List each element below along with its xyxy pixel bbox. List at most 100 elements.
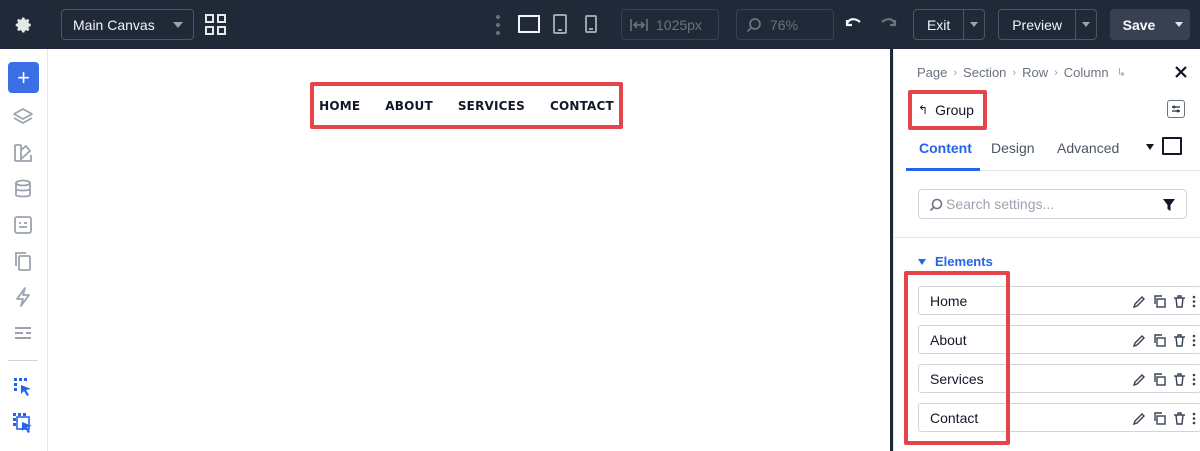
tablet-icon[interactable] bbox=[553, 13, 567, 35]
filter-icon[interactable] bbox=[1162, 198, 1176, 212]
nav-item-services[interactable]: SERVICES bbox=[458, 99, 525, 113]
element-actions bbox=[1132, 294, 1196, 312]
add-icon[interactable]: + bbox=[8, 62, 39, 93]
zoom-field[interactable]: 76% bbox=[736, 9, 834, 40]
nav-item-about[interactable]: ABOUT bbox=[385, 99, 433, 113]
edit-icon[interactable] bbox=[1132, 294, 1147, 312]
element-actions bbox=[1132, 372, 1196, 390]
trash-icon[interactable] bbox=[1172, 372, 1187, 390]
settings-tabs: Content Design Advanced bbox=[906, 131, 1200, 171]
list-icon[interactable] bbox=[12, 322, 34, 344]
chevron-down-icon bbox=[1175, 22, 1183, 27]
trash-icon[interactable] bbox=[1172, 294, 1187, 312]
cursor-select-multi-icon[interactable] bbox=[12, 412, 34, 434]
builder-app: Main Canvas 1025px 76% Exit Preview Save… bbox=[0, 0, 1200, 451]
breadcrumb-section[interactable]: Section bbox=[963, 65, 1006, 80]
trash-icon[interactable] bbox=[1172, 411, 1187, 429]
chevron-down-icon bbox=[1082, 22, 1091, 27]
breadcrumb: Page › Section › Row › Column ↳ bbox=[917, 65, 1132, 80]
grid-icon[interactable] bbox=[205, 14, 226, 35]
element-row-services[interactable]: Services bbox=[918, 364, 1200, 393]
mobile-icon[interactable] bbox=[585, 13, 597, 35]
save-dropdown[interactable] bbox=[1168, 9, 1190, 40]
element-label: About bbox=[930, 331, 967, 348]
chevron-down-icon bbox=[173, 22, 183, 28]
chevron-down-icon[interactable] bbox=[1146, 144, 1154, 150]
more-vertical-icon[interactable] bbox=[1192, 411, 1196, 429]
preview-button[interactable]: Preview bbox=[999, 10, 1077, 39]
duplicate-icon[interactable] bbox=[1152, 333, 1167, 351]
canvas-select-value: Main Canvas bbox=[73, 16, 155, 33]
exit-button[interactable]: Exit bbox=[914, 10, 965, 39]
nav-item-home[interactable]: HOME bbox=[319, 99, 360, 113]
settings-panel: Page › Section › Row › Column ↳ ↰ Group … bbox=[893, 49, 1200, 451]
element-row-about[interactable]: About bbox=[918, 325, 1200, 354]
save-button[interactable]: Save bbox=[1110, 9, 1168, 40]
breadcrumb-column[interactable]: Column bbox=[1064, 65, 1109, 80]
duplicate-icon[interactable] bbox=[1152, 294, 1167, 312]
width-value: 1025px bbox=[656, 16, 702, 33]
chevron-right-icon: › bbox=[953, 66, 958, 79]
close-icon[interactable] bbox=[1173, 64, 1189, 80]
database-icon[interactable] bbox=[12, 178, 34, 200]
main-canvas[interactable]: HOME ABOUT SERVICES CONTACT bbox=[49, 49, 890, 451]
edit-icon[interactable] bbox=[1132, 411, 1147, 429]
element-row-contact[interactable]: Contact bbox=[918, 403, 1200, 432]
trash-icon[interactable] bbox=[1172, 333, 1187, 351]
more-vertical-icon[interactable] bbox=[1192, 333, 1196, 351]
chevron-down-icon bbox=[970, 22, 979, 27]
exit-button-group: Exit bbox=[913, 9, 985, 40]
element-title-label: Group bbox=[935, 102, 974, 118]
left-sidebar: + bbox=[0, 49, 48, 451]
preview-button-group: Preview bbox=[998, 9, 1097, 40]
settings-search-input[interactable]: Search settings... bbox=[918, 189, 1187, 219]
tab-design[interactable]: Design bbox=[991, 140, 1035, 156]
exit-dropdown[interactable] bbox=[964, 10, 984, 39]
cursor-select-icon[interactable] bbox=[12, 376, 34, 398]
nav-item-contact[interactable]: CONTACT bbox=[550, 99, 614, 113]
element-actions bbox=[1132, 333, 1196, 351]
breadcrumb-row[interactable]: Row bbox=[1022, 65, 1048, 80]
zoom-icon bbox=[746, 18, 761, 33]
back-arrow-icon[interactable]: ↰ bbox=[918, 103, 928, 117]
edit-icon[interactable] bbox=[1132, 333, 1147, 351]
template-icon[interactable] bbox=[12, 214, 34, 236]
desktop-icon[interactable] bbox=[518, 13, 540, 35]
duplicate-icon[interactable] bbox=[1152, 411, 1167, 429]
section-divider bbox=[894, 237, 1200, 238]
element-label: Services bbox=[930, 370, 984, 387]
width-field[interactable]: 1025px bbox=[621, 9, 719, 40]
tab-content[interactable]: Content bbox=[919, 140, 972, 156]
preview-dropdown[interactable] bbox=[1076, 10, 1096, 39]
redo-icon[interactable] bbox=[879, 14, 897, 37]
edit-icon[interactable] bbox=[1132, 372, 1147, 390]
nav-menu[interactable]: HOME ABOUT SERVICES CONTACT bbox=[310, 82, 623, 129]
desktop-icon[interactable] bbox=[1162, 137, 1182, 155]
breadcrumb-page[interactable]: Page bbox=[917, 65, 947, 80]
elements-heading: Elements bbox=[935, 254, 993, 269]
settings-toggle-icon[interactable] bbox=[1167, 100, 1185, 118]
active-tab-indicator bbox=[906, 168, 980, 171]
tab-advanced[interactable]: Advanced bbox=[1057, 140, 1119, 156]
duplicate-icon[interactable] bbox=[1152, 372, 1167, 390]
more-vertical-icon[interactable] bbox=[1192, 294, 1196, 312]
canvas-select[interactable]: Main Canvas bbox=[61, 9, 194, 40]
element-title[interactable]: ↰ Group bbox=[908, 90, 987, 130]
search-icon bbox=[929, 198, 943, 212]
chevron-down-icon bbox=[918, 258, 926, 265]
element-label: Home bbox=[930, 292, 968, 309]
elements-section-toggle[interactable]: Elements bbox=[918, 254, 993, 269]
palette-icon[interactable] bbox=[12, 142, 34, 164]
return-arrow-icon: ↳ bbox=[1116, 67, 1126, 79]
pages-icon[interactable] bbox=[12, 250, 34, 272]
undo-icon[interactable] bbox=[845, 14, 863, 37]
element-row-home[interactable]: Home bbox=[918, 286, 1200, 315]
more-vertical-icon[interactable] bbox=[495, 14, 501, 36]
layers-icon[interactable] bbox=[12, 106, 34, 128]
top-toolbar: Main Canvas 1025px 76% Exit Preview Save bbox=[0, 0, 1200, 49]
width-icon bbox=[630, 19, 648, 31]
more-vertical-icon[interactable] bbox=[1192, 372, 1196, 390]
lightning-icon[interactable] bbox=[12, 286, 34, 308]
gear-icon[interactable] bbox=[0, 0, 48, 49]
chevron-right-icon: › bbox=[1054, 66, 1058, 79]
